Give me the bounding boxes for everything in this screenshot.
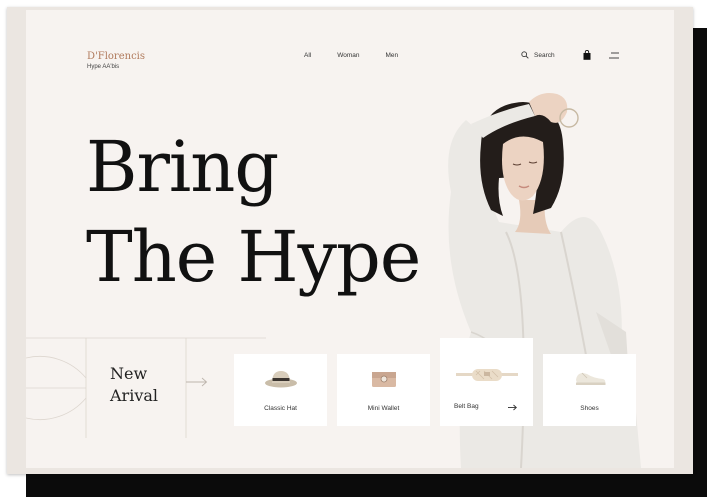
product-label-mini-wallet: Mini Wallet [367,405,400,412]
product-card-classic-hat[interactable]: Classic Hat [234,354,327,426]
belt-bag-icon [455,369,518,381]
search-icon [521,51,529,59]
product-card-mini-wallet[interactable]: Mini Wallet [337,354,430,426]
product-label-classic-hat: Classic Hat [264,405,297,412]
menu-icon[interactable] [609,52,619,60]
hero-title-line1: Bring [86,126,279,208]
wallet-icon [371,372,396,387]
product-card-shoes[interactable]: Shoes [543,354,636,426]
new-arrival-line1: New [110,364,148,383]
shoes-icon [575,372,605,385]
nav-link-all[interactable]: All [304,52,311,59]
search-button[interactable]: Search [521,51,555,59]
product-label-belt-bag: Belt Bag [454,403,479,410]
search-label: Search [534,51,555,59]
nav-link-men[interactable]: Men [386,52,399,59]
hero-title: Bring The Hype [86,122,421,302]
brand-tagline: Hype AA'bis [87,64,120,70]
hat-icon [264,371,297,388]
new-arrival-heading: New Arival [110,363,158,407]
bag-icon[interactable] [583,50,591,60]
brand-name: D'Florencis [87,51,145,62]
brand-logo[interactable]: D'Florencis Hype AA'bis [87,50,145,72]
hero-title-line2: The Hype [86,216,421,298]
new-arrival-line2: Arival [110,386,159,405]
product-card-belt-bag[interactable]: Belt Bag [440,338,533,426]
nav-link-woman[interactable]: Woman [337,52,359,59]
arrow-right-icon [508,404,517,411]
landing-page: D'Florencis Hype AA'bis All Woman Men Se… [26,10,674,468]
product-label-shoes: Shoes [580,405,599,412]
main-nav: All Woman Men [304,52,398,59]
arrow-right-icon[interactable] [186,377,208,387]
